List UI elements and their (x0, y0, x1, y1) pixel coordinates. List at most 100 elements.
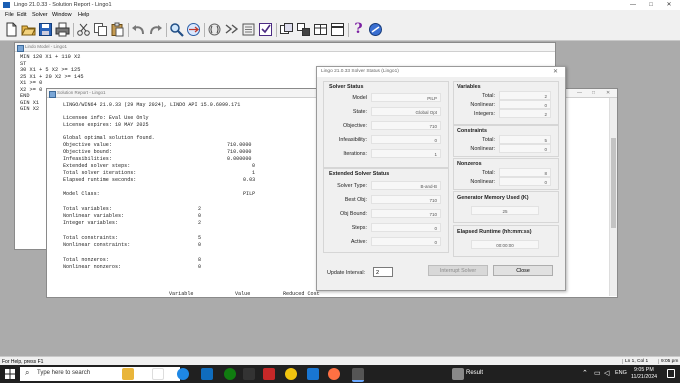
tile-icon[interactable] (330, 22, 345, 37)
search-icon: ⌕ (25, 368, 30, 377)
help-icon[interactable]: ? (351, 22, 366, 37)
status-time: 9:05 pm (658, 359, 678, 364)
paste-icon[interactable] (110, 22, 125, 37)
firefox-icon[interactable] (328, 368, 340, 380)
solution-icon[interactable] (241, 22, 256, 37)
report-scrollbar[interactable] (609, 98, 617, 296)
interrupt-solver-button[interactable]: Interrupt Solver (428, 265, 488, 276)
status-label-iterations: Iterations: (343, 151, 367, 157)
report-value: 1 (252, 170, 256, 176)
formulation-icon[interactable] (258, 22, 273, 37)
report-label: Nonlinear variables: (63, 213, 125, 219)
goto-icon[interactable] (186, 22, 201, 37)
report-label: Total variables: (63, 206, 112, 212)
task-view-icon[interactable] (152, 368, 164, 380)
report-found: Global optimal solution found. (63, 135, 155, 141)
report-label: Nonlinear constraints: (63, 242, 131, 248)
report-label: Extended solver steps: (63, 163, 131, 169)
extended-status-title: Extended Solver Status (329, 171, 390, 177)
new-file-icon[interactable] (4, 22, 19, 37)
result-app-icon[interactable] (452, 368, 464, 380)
taskbar-clock-time[interactable]: 9:05 PM (634, 367, 654, 373)
toolbar-separator (73, 23, 74, 37)
report-table-header: Variable (169, 291, 194, 297)
menu-edit[interactable]: Edit (14, 11, 29, 19)
save-icon[interactable] (38, 22, 53, 37)
volume-icon[interactable]: ◁ (604, 369, 609, 377)
report-license2: License expires: 10 MAY 2025 (63, 122, 149, 128)
lingo-taskbar-icon[interactable] (352, 368, 364, 382)
red-app-icon[interactable] (263, 368, 275, 380)
scroll-thumb[interactable] (611, 138, 616, 228)
status-value-model: PILP (371, 93, 441, 102)
status-value-objective: 710 (371, 121, 441, 130)
dialog-title: Lingo 21.0.33 Solver Status (Lingo1) (321, 69, 399, 74)
maximize-button[interactable]: □ (644, 1, 658, 9)
taskbar: ⌕ Type here to search Result ⌃ ▭ ◁ ENG 9… (0, 365, 680, 383)
taskbar-language[interactable]: ENG (615, 370, 627, 376)
report-label: Objective bound: (63, 149, 112, 155)
menu-window[interactable]: Window (49, 11, 75, 19)
model-window-icon (17, 44, 24, 52)
close-dialog-button[interactable]: Close (493, 265, 553, 276)
print-icon[interactable] (55, 22, 70, 37)
nonzeros-value-nonlinear: 0 (499, 177, 551, 186)
report-maximize-button[interactable]: □ (592, 89, 595, 97)
report-close-button[interactable]: ✕ (606, 89, 610, 97)
solver-status-title: Solver Status (329, 84, 364, 90)
close-all-icon[interactable] (313, 22, 328, 37)
store-app-icon[interactable] (243, 368, 255, 380)
variables-label-nonlinear: Nonlinear: (470, 102, 495, 108)
model-window-titlebar: Lindo Model - Lingo1 (15, 43, 555, 52)
memory-title: Generator Memory Used (K) (457, 195, 529, 201)
update-interval-label: Update Interval: (327, 270, 366, 276)
toolbar-separator (204, 23, 205, 37)
open-file-icon[interactable] (21, 22, 36, 37)
taskbar-clock-date[interactable]: 11/21/2024 (631, 374, 657, 380)
match-parenthesis-icon[interactable] (207, 22, 222, 37)
report-label: Total constraints: (63, 235, 119, 241)
menu-help[interactable]: Help (75, 11, 92, 19)
status-value-infeasibility: 0 (371, 135, 441, 144)
close-button[interactable]: ✕ (662, 1, 676, 9)
tray-chevron-icon[interactable]: ⌃ (582, 369, 588, 377)
toolbar: ? (0, 20, 680, 41)
taskbar-result-label[interactable]: Result (466, 370, 483, 376)
send-to-back-icon[interactable] (296, 22, 311, 37)
report-minimize-button[interactable]: — (577, 89, 582, 97)
title-bar: Lingo 21.0.33 - Solution Report - Lingo1… (0, 0, 680, 10)
report-value: 5 (198, 235, 202, 241)
redo-icon[interactable] (148, 22, 163, 37)
edge-browser-icon[interactable] (177, 368, 189, 380)
context-help-icon[interactable] (368, 22, 383, 37)
runtime-title: Elapsed Runtime (hh:mm:ss) (457, 229, 532, 235)
report-value: 0 (198, 242, 202, 248)
network-icon[interactable]: ▭ (594, 369, 601, 377)
chrome-icon[interactable] (285, 368, 297, 380)
undo-icon[interactable] (131, 22, 146, 37)
report-label: Model Class: (63, 191, 100, 197)
update-interval-input[interactable]: 2 (373, 267, 393, 277)
status-label-objective: Objective: (343, 123, 367, 129)
menu-solver[interactable]: Solver (29, 11, 51, 19)
options-icon[interactable] (279, 22, 294, 37)
find-icon[interactable] (169, 22, 184, 37)
report-label: Total solver iterations: (63, 170, 137, 176)
blue-app-icon[interactable] (307, 368, 319, 380)
copy-icon[interactable] (93, 22, 108, 37)
nonzeros-title: Nonzeros (457, 161, 482, 167)
report-value: 0 (252, 163, 256, 169)
cut-icon[interactable] (76, 22, 91, 37)
windows-start-icon[interactable] (5, 369, 15, 379)
folder-app-icon[interactable] (122, 368, 134, 380)
report-label: Objective value: (63, 142, 112, 148)
solve-icon[interactable] (224, 22, 239, 37)
menu-bar: File Edit Solver Window Help (0, 10, 680, 20)
xbox-app-icon[interactable] (224, 368, 236, 380)
notifications-icon[interactable] (667, 369, 675, 378)
dialog-close-icon[interactable]: ✕ (553, 68, 558, 75)
mail-app-icon[interactable] (201, 368, 213, 380)
minimize-button[interactable]: — (626, 1, 640, 9)
variables-value-total: 2 (499, 91, 551, 100)
report-window-icon (49, 90, 56, 98)
